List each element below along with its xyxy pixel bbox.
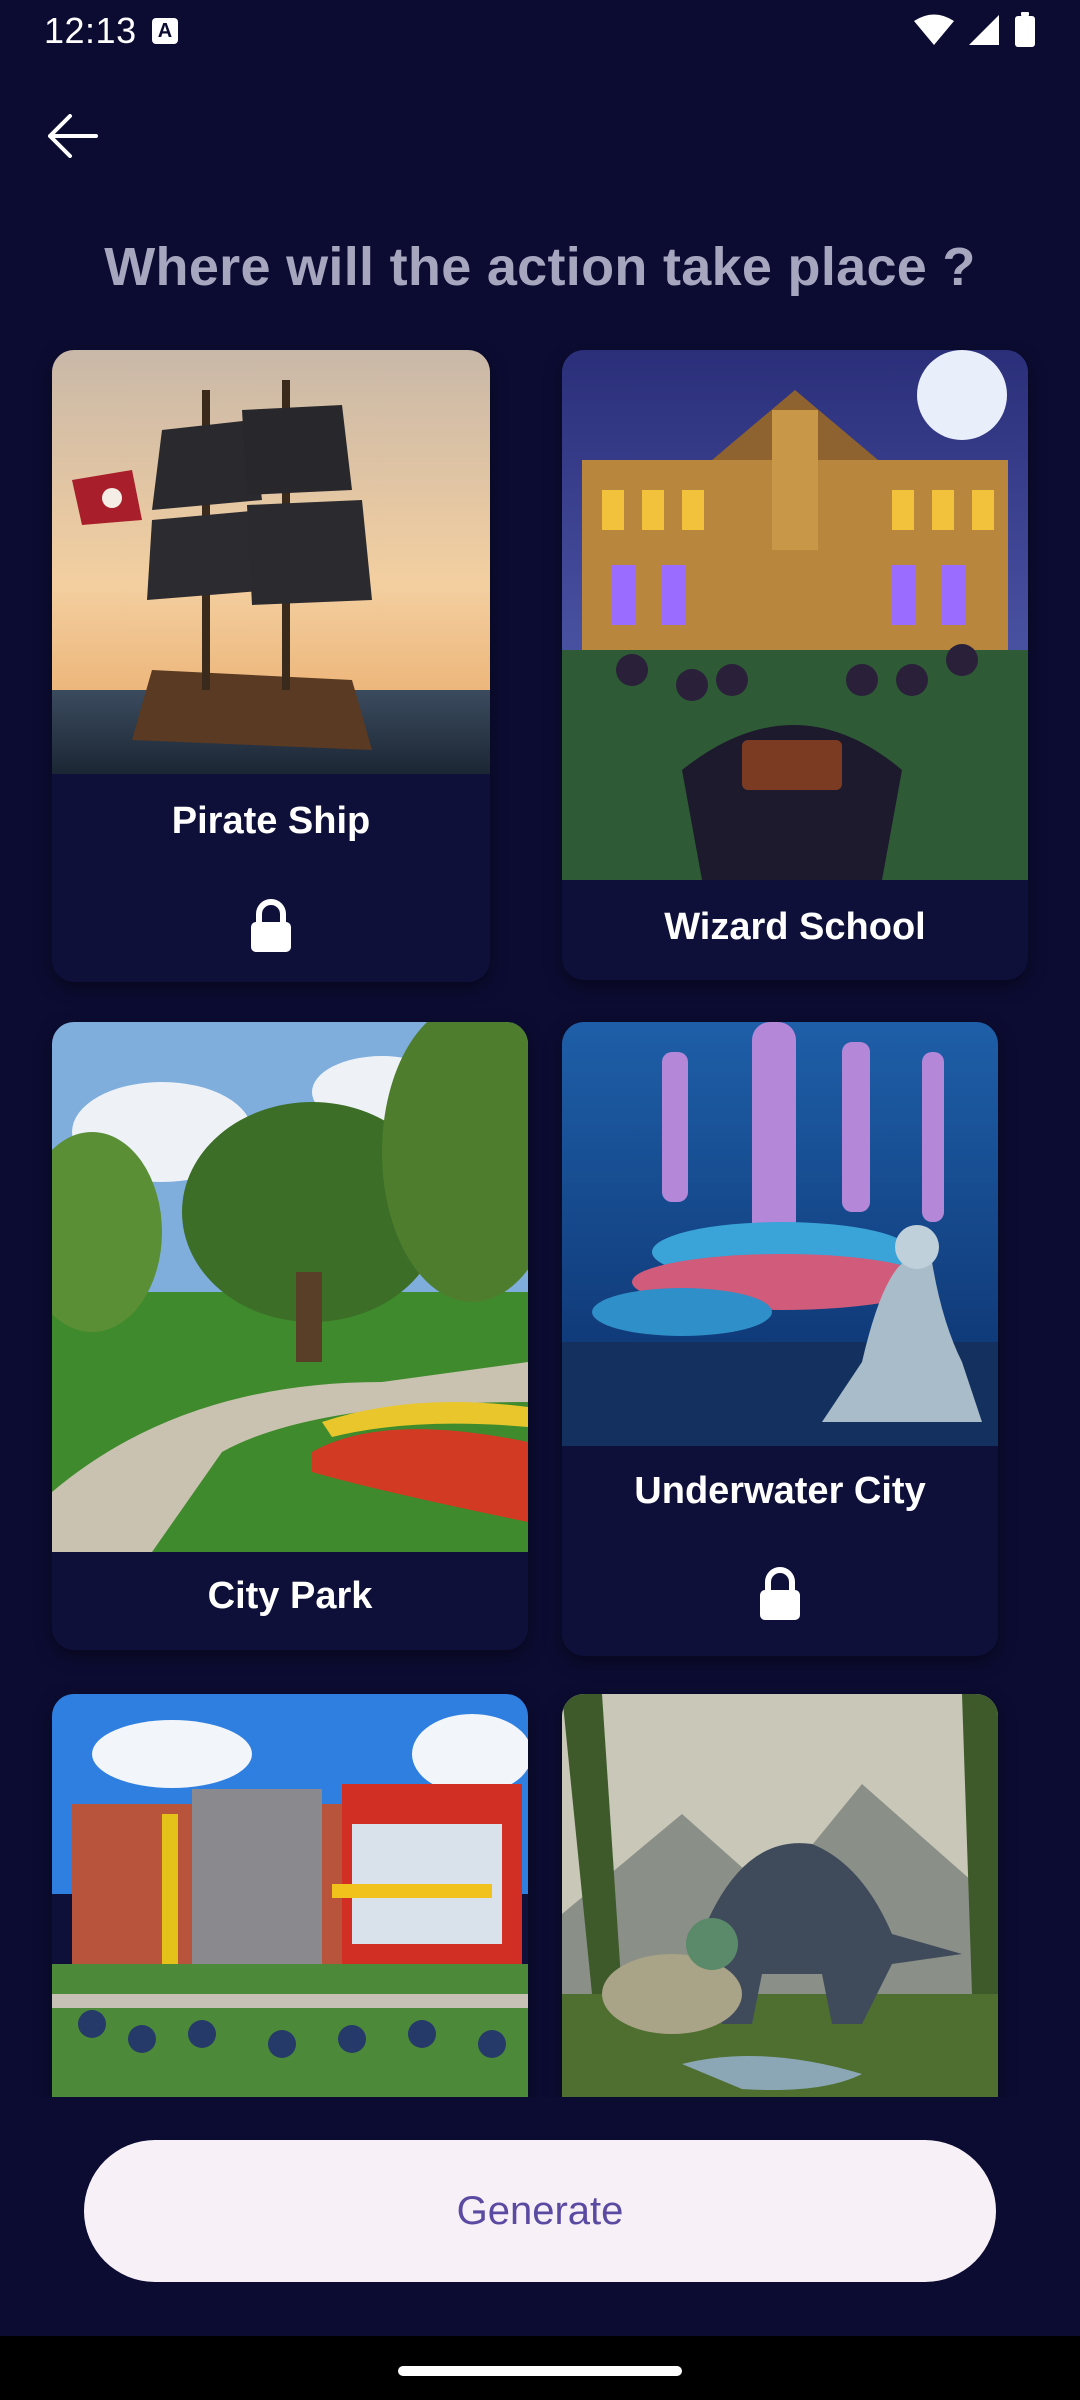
lock-icon (251, 899, 291, 952)
status-bar: 12:13 A (0, 0, 1080, 64)
school-image (52, 1694, 528, 2097)
location-card-dinosaur-land[interactable] (562, 1694, 998, 2097)
pirate-ship-image (52, 350, 490, 774)
status-time: 12:13 (44, 10, 137, 51)
location-card-city-park[interactable]: City Park (52, 1022, 528, 1650)
card-label: Wizard School (664, 906, 926, 948)
generate-button[interactable]: Generate (84, 2140, 996, 2282)
wizard-school-image (562, 350, 1028, 880)
a-notification-icon: A (152, 18, 178, 44)
screen: 12:13 A Where will the action take place… (0, 0, 1080, 2400)
signal-icon (969, 15, 999, 45)
underwater-city-image (562, 1022, 998, 1446)
dinosaur-land-image (562, 1694, 998, 2097)
lock-icon (760, 1567, 800, 1620)
home-gesture-handle[interactable] (398, 2366, 682, 2376)
page-title: Where will the action take place ? (104, 237, 976, 297)
generate-label: Generate (456, 2188, 624, 2233)
card-label: Pirate Ship (171, 800, 371, 842)
location-card-wizard-school[interactable]: Wizard School (562, 350, 1028, 980)
wifi-icon (914, 14, 954, 45)
card-label: City Park (207, 1575, 373, 1617)
location-grid: Pirate Ship Wizard School City Park Unde… (0, 340, 1080, 2097)
location-card-school[interactable] (52, 1694, 528, 2097)
location-card-pirate-ship[interactable]: Pirate Ship (52, 350, 490, 982)
location-card-underwater-city[interactable]: Underwater City (562, 1022, 998, 1656)
back-button[interactable] (36, 100, 108, 172)
status-icons (914, 12, 1036, 48)
city-park-image (52, 1022, 528, 1552)
arrow-left-icon (48, 114, 98, 158)
card-label: Underwater City (634, 1470, 926, 1512)
battery-icon (1015, 12, 1035, 47)
